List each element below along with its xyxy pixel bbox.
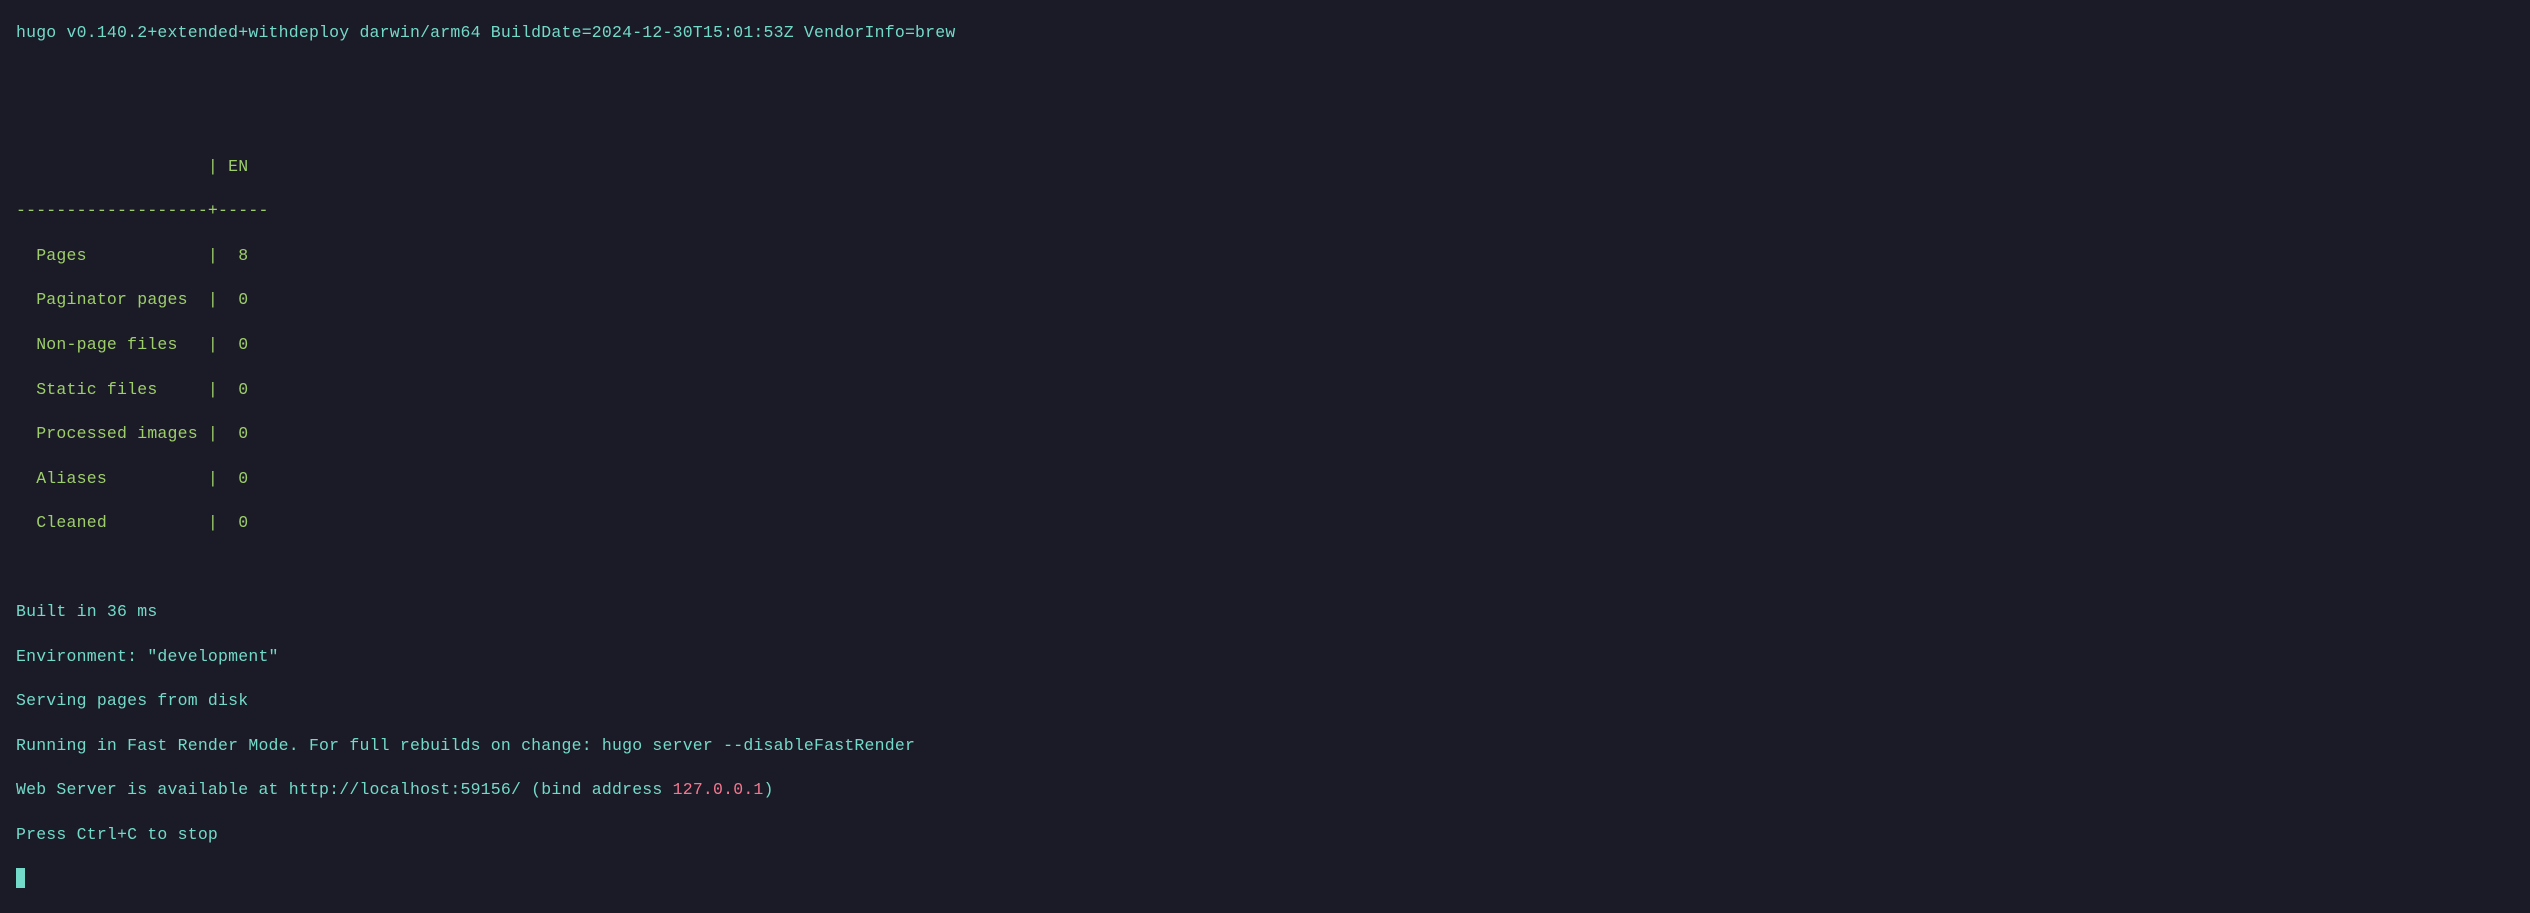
web-server-line: Web Server is available at http://localh… — [16, 779, 2514, 801]
table-row: Pages | 8 — [16, 245, 2514, 267]
server-suffix: ) — [764, 780, 774, 799]
hugo-version-line: hugo v0.140.2+extended+withdeploy darwin… — [16, 22, 2514, 44]
terminal-output: hugo v0.140.2+extended+withdeploy darwin… — [0, 0, 2530, 913]
bind-address: 127.0.0.1 — [673, 780, 764, 799]
environment-line: Environment: "development" — [16, 646, 2514, 668]
built-time-line: Built in 36 ms — [16, 601, 2514, 623]
table-row: Paginator pages | 0 — [16, 289, 2514, 311]
fast-render-line: Running in Fast Render Mode. For full re… — [16, 735, 2514, 757]
serving-line: Serving pages from disk — [16, 690, 2514, 712]
table-separator: -------------------+----- — [16, 200, 2514, 222]
table-row: Cleaned | 0 — [16, 512, 2514, 534]
blank-line — [16, 111, 2514, 133]
stop-instruction-line: Press Ctrl+C to stop — [16, 824, 2514, 846]
table-row: Non-page files | 0 — [16, 334, 2514, 356]
blank-line — [16, 557, 2514, 579]
table-row: Static files | 0 — [16, 379, 2514, 401]
server-prefix: Web Server is available at http://localh… — [16, 780, 673, 799]
table-header: | EN — [16, 156, 2514, 178]
cursor-icon — [16, 868, 25, 888]
table-row: Processed images | 0 — [16, 423, 2514, 445]
cursor-line — [16, 868, 2514, 890]
table-row: Aliases | 0 — [16, 468, 2514, 490]
blank-line — [16, 67, 2514, 89]
